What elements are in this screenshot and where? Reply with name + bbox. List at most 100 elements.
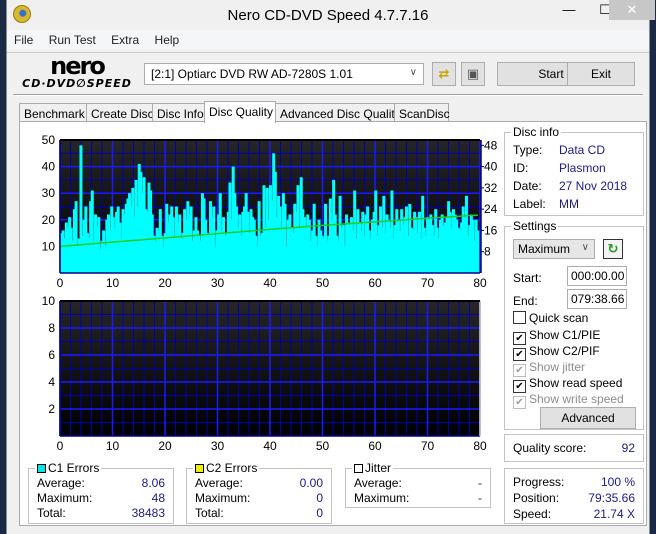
quick-scan-checkbox[interactable]: Quick scan [513, 311, 588, 327]
y-tick-label: 10 [42, 239, 56, 253]
c2-total-value: 0 [316, 506, 323, 520]
x-tick-label: 20 [158, 276, 172, 290]
y-tick-label: 6 [48, 348, 55, 362]
toolbar-divider [13, 94, 643, 96]
close-button[interactable]: ✕ [609, 0, 655, 20]
show-jitter-label: Show jitter [529, 360, 586, 374]
progress-box: Progress: 100 % Position: 79:35.66 Speed: 2… [504, 468, 644, 524]
c1-errors-title-text: C1 Errors [48, 461, 100, 475]
disc-label-value: MM [559, 197, 579, 211]
tab-disc-quality[interactable]: Disc Quality [204, 101, 276, 123]
settings-title: Settings [511, 219, 559, 233]
c1-error-bar [476, 230, 480, 273]
drive-select[interactable]: [2:1] Optiarc DVD RW AD-7280S 1.01 ∨ [144, 63, 424, 85]
c1-average-label: Average: [37, 476, 85, 490]
jitter-maximum-row: Maximum: - [354, 491, 482, 507]
show-read-speed-checkbox[interactable]: ✔ Show read speed [513, 376, 623, 393]
progress-value: 100 % [600, 475, 635, 489]
c2-average-value: 0.00 [299, 476, 323, 490]
x-tick-label: 60 [368, 276, 382, 290]
disc-date-label: Date: [513, 179, 542, 193]
y-tick-label: 40 [42, 160, 56, 174]
jitter-legend-swatch [354, 464, 363, 473]
tab-advanced-disc-quality[interactable]: Advanced Disc Quality [275, 103, 401, 123]
x-tick-label: 10 [106, 276, 120, 290]
app-window: Nero CD-DVD Speed 4.7.7.16 — ☐ ✕ File Ru… [6, 0, 655, 534]
drive-select-value: [2:1] Optiarc DVD RW AD-7280S 1.01 [151, 67, 353, 81]
speed-row: Speed: 21.74 X [513, 507, 635, 523]
quality-score-label: Quality score: [513, 441, 587, 455]
menu-extra[interactable]: Extra [104, 30, 144, 47]
disc-info-title: Disc info [511, 125, 562, 139]
toolbar: nero CD·DVD∅SPEED [2:1] Optiarc DVD RW A… [7, 52, 649, 94]
y2-tick-label: 40 [484, 160, 498, 174]
x-tick-label: 0 [57, 276, 64, 290]
c2-average-row: Average: 0.00 [195, 476, 323, 492]
menu-file[interactable]: File [7, 30, 38, 47]
y-tick-label: 10 [42, 294, 56, 308]
c1-maximum-label: Maximum: [37, 491, 93, 505]
chevron-down-icon: ∨ [581, 242, 589, 253]
quality-score-value: 92 [621, 441, 635, 455]
save-icon[interactable]: ▣ [461, 62, 485, 86]
menu-run-test[interactable]: Run Test [42, 30, 101, 47]
menu-help[interactable]: Help [148, 30, 185, 47]
x-tick-label: 70 [421, 439, 435, 453]
y2-tick-label: 8 [484, 245, 491, 259]
end-time-label: End: [513, 294, 538, 308]
c2-total-row: Total: 0 [195, 506, 323, 522]
c1-average-row: Average: 8.06 [37, 476, 165, 492]
x-tick-label: 50 [316, 276, 330, 290]
charts-area: 0 10 20 30 40 50 60 70 80102030405081624324048 0… [42, 133, 498, 453]
quick-scan-label: Quick scan [529, 311, 589, 325]
position-label: Position: [513, 491, 560, 505]
c1-maximum-value: 48 [151, 491, 165, 505]
menu-bar: File Run Test Extra Help [7, 30, 649, 50]
settings-group: Settings Maximum ∨ ↻ Start: 000:00.00 En… [504, 219, 644, 430]
c1-total-row: Total: 38483 [37, 506, 165, 522]
y-tick-label: 50 [42, 133, 56, 147]
start-time-label: Start: [513, 271, 542, 285]
exit-button[interactable]: Exit [567, 62, 635, 86]
c2-average-label: Average: [195, 476, 243, 490]
refresh-icon[interactable]: ↻ [603, 239, 623, 259]
tab-scandisc[interactable]: ScanDisc [394, 103, 450, 123]
speed-value: 21.74 X [593, 507, 635, 521]
show-c2-pif-checkbox[interactable]: ✔ Show C2/PIF [513, 344, 600, 361]
show-write-speed-checkbox: ✔ Show write speed [513, 392, 624, 409]
start-time-input[interactable]: 000:00.00 [567, 266, 627, 286]
tab-create-disc[interactable]: Create Disc [86, 103, 154, 123]
disc-id-label: ID: [513, 161, 529, 175]
x-tick-label: 30 [211, 276, 225, 290]
y2-tick-label: 48 [484, 138, 498, 152]
jitter-maximum-value: - [478, 491, 482, 505]
logo-cd-dvd-speed-text: CD·DVD∅SPEED [22, 77, 132, 90]
swap-drive-icon[interactable]: ⇄ [432, 62, 456, 86]
c1-average-value: 8.06 [141, 476, 165, 490]
c2-maximum-label: Maximum: [195, 491, 251, 505]
x-tick-label: 30 [211, 439, 225, 453]
y-tick-label: 30 [42, 186, 56, 200]
jitter-group: Jitter Average: - Maximum: - [345, 461, 491, 508]
y-tick-label: 2 [48, 402, 55, 416]
read-speed-select[interactable]: Maximum ∨ [513, 239, 595, 259]
y2-tick-label: 24 [484, 202, 498, 216]
tab-benchmark[interactable]: Benchmark [19, 103, 87, 123]
checkmark-icon: ✔ [513, 396, 526, 409]
show-read-speed-label: Show read speed [529, 376, 623, 390]
position-row: Position: 79:35.66 [513, 491, 635, 507]
disc-id-value: Plasmon [559, 161, 606, 175]
checkbox-box [513, 311, 526, 324]
disc-type-value: Data CD [559, 143, 606, 157]
c1-total-label: Total: [37, 506, 66, 520]
progress-label: Progress: [513, 475, 565, 489]
c2-errors-group: C2 Errors Average: 0.00 Maximum: 0 Total: 0 [186, 461, 332, 524]
show-write-speed-label: Show write speed [529, 392, 624, 406]
speed-label: Speed: [513, 507, 552, 521]
show-c1-pie-checkbox[interactable]: ✔ Show C1/PIE [513, 328, 600, 345]
x-tick-label: 40 [263, 276, 277, 290]
end-time-input[interactable]: 079:38.66 [567, 289, 627, 309]
x-tick-label: 20 [158, 439, 172, 453]
tab-disc-info[interactable]: Disc Info [152, 103, 205, 123]
advanced-button[interactable]: Advanced [540, 407, 636, 429]
